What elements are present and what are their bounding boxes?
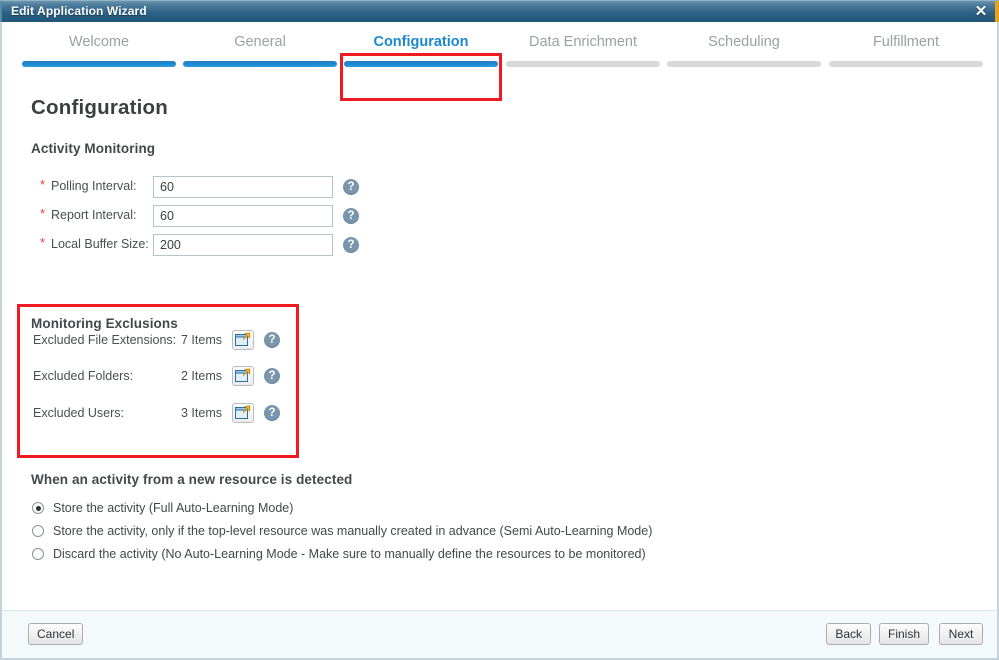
wizard-step-configuration[interactable]: Configuration <box>344 32 498 78</box>
window-titlebar: Edit Application Wizard ✕ <box>0 0 999 23</box>
required-marker: * <box>40 235 46 250</box>
help-icon[interactable]: ? <box>264 332 280 348</box>
open-list-window-icon[interactable] <box>232 330 254 350</box>
wizard-step-label: General <box>234 34 286 50</box>
radio-button[interactable] <box>32 502 44 514</box>
wizard-step-bar <box>183 61 337 67</box>
wizard-step-bar <box>506 61 660 67</box>
back-button[interactable]: Back <box>826 623 871 645</box>
local-buffer-size-input[interactable] <box>153 234 333 256</box>
wizard-step-scheduling[interactable]: Scheduling <box>667 32 821 78</box>
next-button[interactable]: Next <box>939 623 983 645</box>
report-interval-input[interactable] <box>153 205 333 227</box>
wizard-step-fulfillment[interactable]: Fulfillment <box>829 32 983 78</box>
radio-label: Store the activity (Full Auto-Learning M… <box>53 501 294 515</box>
field-label: Local Buffer Size: <box>51 237 149 251</box>
field-row-report-interval: * Report Interval: ? <box>31 205 361 228</box>
dialog-footer: Cancel Back Finish Next <box>2 610 997 658</box>
cancel-button[interactable]: Cancel <box>28 623 84 645</box>
field-label: Polling Interval: <box>51 179 137 193</box>
radio-option-semi-auto-learning[interactable]: Store the activity, only if the top-leve… <box>32 524 732 542</box>
wizard-step-general[interactable]: General <box>183 32 337 78</box>
radio-option-no-auto-learning[interactable]: Discard the activity (No Auto-Learning M… <box>32 547 732 565</box>
page-title: Configuration <box>31 96 168 119</box>
wizard-step-label: Scheduling <box>708 34 780 50</box>
exclusion-count: 3 Items <box>181 406 222 420</box>
monitoring-exclusions-section-title: Monitoring Exclusions <box>31 316 178 331</box>
wizard-step-bar <box>344 61 498 67</box>
required-marker: * <box>40 177 46 192</box>
help-icon[interactable]: ? <box>264 368 280 384</box>
polling-interval-input[interactable] <box>153 176 333 198</box>
help-icon[interactable]: ? <box>343 208 359 224</box>
edit-application-wizard-dialog: Edit Application Wizard ✕ Welcome Genera… <box>0 0 999 660</box>
exclusion-label: Excluded File Extensions: <box>33 333 177 347</box>
exclusion-row-folders: Excluded Folders: 2 Items ? <box>33 366 283 388</box>
field-row-polling-interval: * Polling Interval: ? <box>31 176 361 199</box>
exclusion-count: 2 Items <box>181 369 222 383</box>
close-icon[interactable]: ✕ <box>973 3 989 20</box>
radio-label: Store the activity, only if the top-leve… <box>53 524 653 538</box>
exclusion-row-users: Excluded Users: 3 Items ? <box>33 403 283 425</box>
radio-button[interactable] <box>32 548 44 560</box>
wizard-step-label: Welcome <box>68 34 130 50</box>
wizard-step-label: Data Enrichment <box>529 34 637 50</box>
exclusion-row-file-extensions: Excluded File Extensions: 7 Items ? <box>33 330 283 352</box>
new-resource-policy-title: When an activity from a new resource is … <box>31 472 353 487</box>
radio-option-full-auto-learning[interactable]: Store the activity (Full Auto-Learning M… <box>32 501 732 519</box>
open-list-window-icon[interactable] <box>232 366 254 386</box>
field-label: Report Interval: <box>51 208 137 222</box>
titlebar-left-edge <box>0 1 2 23</box>
radio-button[interactable] <box>32 525 44 537</box>
wizard-step-data-enrichment[interactable]: Data Enrichment <box>506 32 660 78</box>
help-icon[interactable]: ? <box>343 237 359 253</box>
exclusion-label: Excluded Users: <box>33 406 125 420</box>
wizard-step-label: Fulfillment <box>872 34 940 50</box>
wizard-step-label: Configuration <box>373 34 469 50</box>
titlebar-right-edge <box>995 1 999 23</box>
exclusion-label: Excluded Folders: <box>33 369 134 383</box>
wizard-step-bar <box>829 61 983 67</box>
help-icon[interactable]: ? <box>343 179 359 195</box>
field-row-local-buffer-size: * Local Buffer Size: ? <box>31 234 361 257</box>
dialog-body: Welcome General Configuration Data Enric… <box>0 22 999 660</box>
wizard-step-strip: Welcome General Configuration Data Enric… <box>2 22 997 80</box>
window-title: Edit Application Wizard <box>11 4 147 18</box>
radio-label: Discard the activity (No Auto-Learning M… <box>53 547 646 561</box>
wizard-step-welcome[interactable]: Welcome <box>22 32 176 78</box>
wizard-step-bar <box>667 61 821 67</box>
activity-monitoring-section-title: Activity Monitoring <box>31 141 156 156</box>
finish-button[interactable]: Finish <box>878 623 929 645</box>
required-marker: * <box>40 206 46 221</box>
exclusion-count: 7 Items <box>181 333 222 347</box>
help-icon[interactable]: ? <box>264 405 280 421</box>
wizard-step-bar <box>22 61 176 67</box>
open-list-window-icon[interactable] <box>232 403 254 423</box>
